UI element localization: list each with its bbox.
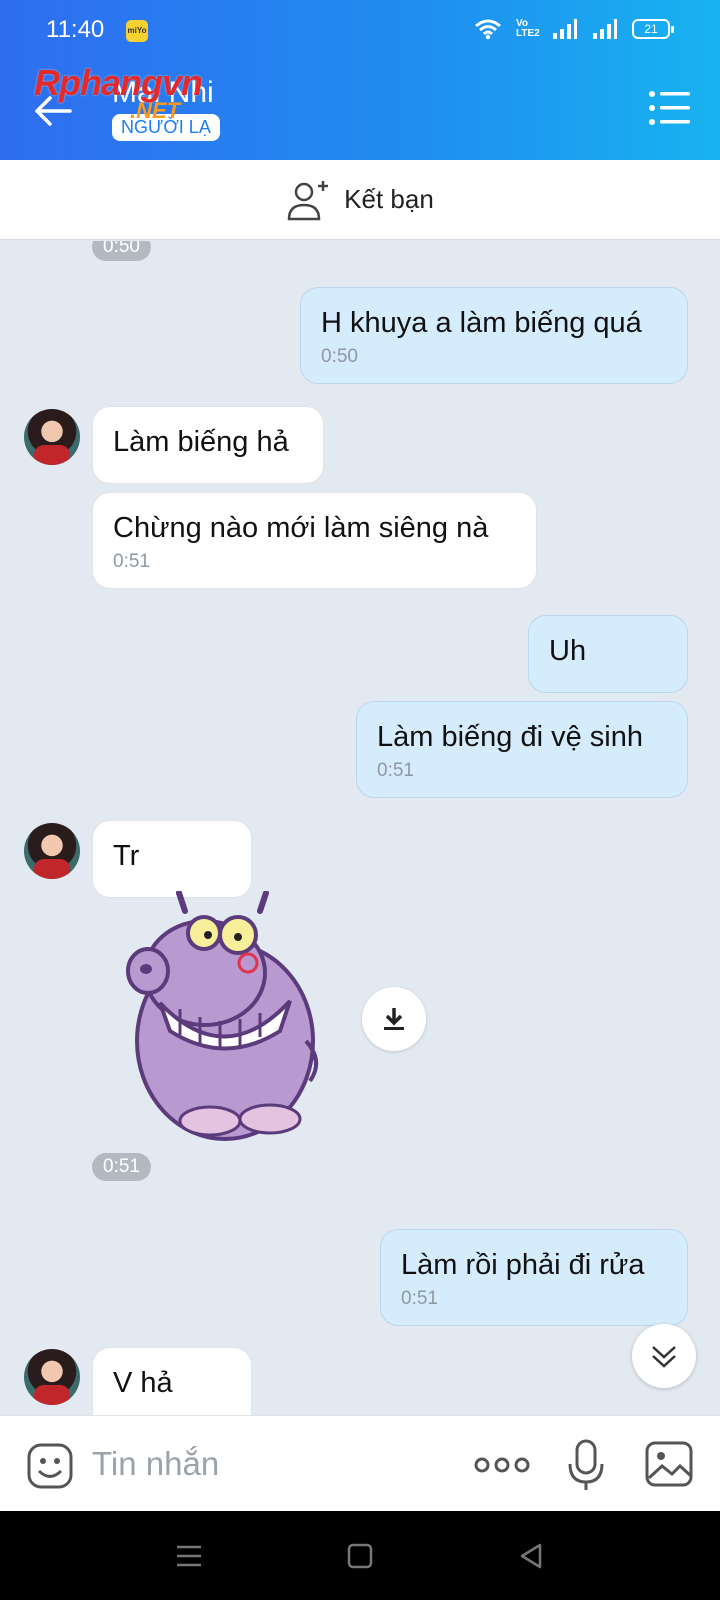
avatar[interactable] bbox=[24, 823, 80, 879]
emoji-icon[interactable] bbox=[26, 1442, 74, 1490]
double-chevron-down-icon bbox=[652, 1346, 676, 1368]
message-bubble-outgoing[interactable]: H khuya a làm biếng quá 0:50 bbox=[300, 287, 688, 384]
avatar[interactable] bbox=[24, 1349, 80, 1405]
list-menu-icon[interactable] bbox=[648, 88, 692, 128]
watermark-logo-sub: .NET bbox=[130, 98, 181, 123]
message-time: 0:51 bbox=[377, 760, 414, 781]
status-time: 11:40 bbox=[46, 16, 105, 43]
microphone-icon[interactable] bbox=[566, 1438, 606, 1492]
message-input[interactable] bbox=[92, 1438, 422, 1490]
chat-area[interactable]: 0:50 H khuya a làm biếng quá 0:50 Làm bi… bbox=[0, 241, 720, 1415]
message-bubble-incoming[interactable]: Chừng nào mới làm siêng nà 0:51 bbox=[92, 492, 537, 589]
message-bubble-incoming[interactable]: V hả bbox=[92, 1347, 252, 1415]
volte-indicator: Vo LTE2 bbox=[516, 18, 540, 39]
message-text: Tr bbox=[113, 840, 140, 872]
status-bar: 11:40 miYo Vo LTE2 21 bbox=[0, 0, 720, 62]
time-pill: 0:51 bbox=[92, 1153, 151, 1181]
avatar[interactable] bbox=[24, 409, 80, 465]
message-bubble-outgoing[interactable]: Uh bbox=[528, 615, 688, 693]
message-text: V hả bbox=[113, 1367, 173, 1399]
message-text: H khuya a làm biếng quá bbox=[321, 307, 642, 339]
message-text: Làm biếng hả bbox=[113, 426, 289, 458]
battery-icon: 21 bbox=[632, 19, 674, 39]
message-time: 0:51 bbox=[113, 551, 150, 572]
add-friend-button[interactable]: Kết bạn bbox=[0, 160, 720, 240]
menu-icon[interactable] bbox=[172, 1539, 206, 1573]
message-time: 0:50 bbox=[321, 346, 358, 367]
add-friend-label: Kết bạn bbox=[344, 184, 434, 214]
download-icon bbox=[384, 1008, 404, 1030]
message-bubble-outgoing[interactable]: Làm rồi phải đi rửa 0:51 bbox=[380, 1229, 688, 1326]
scroll-down-button[interactable] bbox=[632, 1324, 696, 1388]
image-icon[interactable] bbox=[644, 1440, 694, 1488]
hippo-sticker-image[interactable] bbox=[120, 891, 340, 1151]
home-icon[interactable] bbox=[343, 1539, 377, 1573]
app-notification-icon: miYo bbox=[126, 20, 148, 42]
system-navigation-bar bbox=[0, 1511, 720, 1600]
status-icons: Vo LTE2 21 bbox=[474, 18, 674, 40]
more-icon[interactable] bbox=[474, 1450, 530, 1480]
message-text: Làm biếng đi vệ sinh bbox=[377, 721, 643, 753]
message-text: Chừng nào mới làm siêng nà bbox=[113, 512, 489, 544]
message-bubble-incoming[interactable]: Làm biếng hả bbox=[92, 406, 324, 484]
time-pill: 0:50 bbox=[92, 241, 151, 261]
message-input-bar bbox=[0, 1415, 720, 1511]
signal-icon bbox=[553, 19, 577, 39]
message-text: Làm rồi phải đi rửa bbox=[401, 1249, 645, 1281]
download-button[interactable] bbox=[362, 987, 426, 1051]
message-time: 0:51 bbox=[401, 1288, 438, 1309]
message-bubble-incoming[interactable]: Tr bbox=[92, 820, 252, 898]
add-friend-icon bbox=[287, 180, 329, 220]
back-icon[interactable] bbox=[514, 1539, 548, 1573]
chat-header: Mai Nhi NGƯỜI LẠ Rphangvn .NET bbox=[0, 62, 720, 160]
top-bar: 11:40 miYo Vo LTE2 21 Mai Nhi NGƯỜI LẠ R… bbox=[0, 0, 720, 160]
message-text: Uh bbox=[549, 635, 587, 667]
signal-icon-2 bbox=[593, 19, 617, 39]
message-bubble-outgoing[interactable]: Làm biếng đi vệ sinh 0:51 bbox=[356, 701, 688, 798]
wifi-icon bbox=[475, 19, 501, 40]
